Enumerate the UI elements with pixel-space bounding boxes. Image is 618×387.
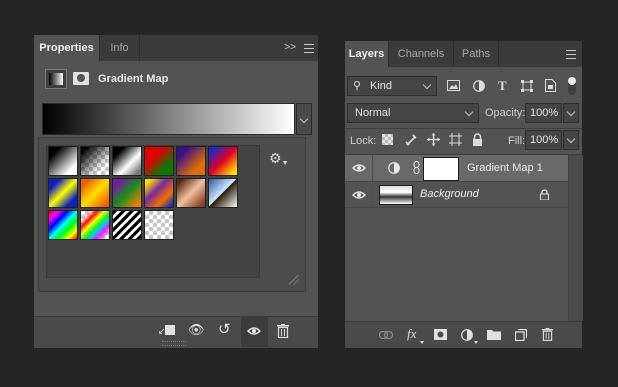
opacity-label: Opacity: [485, 107, 526, 119]
layers-tab-bar: Layers Channels Paths [345, 41, 582, 67]
panel-menu-icon[interactable] [566, 50, 576, 59]
lock-all-icon[interactable] [472, 133, 483, 146]
gradient-swatch-violet-orange[interactable] [176, 146, 206, 176]
tab-paths[interactable]: Paths [454, 41, 499, 67]
layer-mask-thumbnail[interactable] [423, 157, 459, 181]
gradient-swatch-yellow-violet-orange-blue[interactable] [144, 178, 174, 208]
filter-toggle-switch[interactable] [568, 77, 576, 95]
tab-layers[interactable]: Layers [345, 41, 389, 67]
adjustment-layer-icon [388, 162, 400, 174]
filter-kind-label: Kind [370, 80, 393, 92]
lock-image-pixels-icon[interactable] [405, 134, 417, 146]
tab-info[interactable]: Info [100, 35, 140, 61]
gradient-swatch-black-white-2[interactable] [112, 146, 142, 176]
trash-icon[interactable] [542, 328, 553, 341]
gradient-swatch-violet-green-orange[interactable] [112, 178, 142, 208]
filter-adjustment-icon[interactable] [473, 80, 485, 92]
search-icon: ⚲ [353, 80, 362, 92]
folder-icon[interactable] [487, 329, 501, 340]
opacity-value: 100% [530, 107, 559, 119]
layer-name: Gradient Map 1 [467, 162, 543, 174]
layers-scrollbar[interactable] [568, 155, 583, 321]
layer-row[interactable]: Background [345, 182, 568, 208]
resize-grip-icon[interactable] [289, 275, 299, 285]
new-adjustment-layer-icon[interactable] [461, 329, 473, 341]
gradient-preview-bar[interactable] [42, 103, 295, 135]
fill-dropdown-button[interactable] [563, 130, 579, 150]
chevron-down-icon [299, 114, 309, 124]
layer-row[interactable]: Gradient Map 1 [345, 155, 568, 182]
lock-label: Lock: [350, 135, 377, 147]
add-mask-icon[interactable] [434, 329, 447, 340]
gradient-dropdown-button[interactable] [296, 103, 312, 135]
expand-panel-button[interactable]: >> [284, 42, 296, 53]
lock-position-icon[interactable] [427, 133, 440, 146]
filter-shape-icon[interactable] [521, 80, 533, 92]
filter-type-icon[interactable]: T [498, 78, 507, 94]
gradient-swatch-orange-yellow-orange[interactable] [80, 178, 110, 208]
chevron-down-icon [464, 107, 474, 117]
fill-label: Fill: [508, 135, 526, 147]
chevron-down-icon [566, 107, 576, 117]
gradient-swatch-transparent-stripes[interactable] [112, 210, 142, 240]
gradient-swatch-chrome[interactable] [208, 178, 238, 208]
eye-icon [247, 327, 261, 335]
gradient-swatch-spectrum[interactable] [48, 210, 78, 240]
gradient-swatch-copper[interactable] [176, 178, 206, 208]
fill-value: 100% [530, 134, 559, 146]
gradient-swatch-blue-red-yellow[interactable] [208, 146, 238, 176]
adjustment-layer-icon[interactable] [45, 69, 67, 89]
reset-icon[interactable]: ↺ [218, 320, 231, 338]
visibility-toggle-button[interactable] [241, 316, 268, 347]
gradient-swatch-black-transparent[interactable] [80, 146, 110, 176]
chevron-down-icon [566, 134, 576, 144]
lock-transparent-pixels-icon[interactable] [382, 134, 393, 145]
opacity-dropdown-button[interactable] [563, 103, 579, 123]
gradient-swatch-transparent-rainbow[interactable] [80, 210, 110, 240]
filter-smart-object-icon[interactable] [545, 79, 556, 92]
layer-mask-icon[interactable] [71, 69, 91, 89]
gear-icon[interactable]: ⚙▼ [269, 150, 289, 167]
opacity-input[interactable]: 100% [525, 103, 562, 123]
properties-tab-bar: Properties Info >> [34, 35, 318, 61]
trash-icon[interactable] [277, 324, 289, 338]
gradient-swatch-blue-yellow-blue[interactable] [48, 178, 78, 208]
clip-to-layer-icon[interactable]: ↙ [158, 323, 176, 337]
view-previous-state-icon[interactable]: 👁 [188, 322, 205, 338]
chevron-down-icon [422, 80, 432, 90]
new-layer-icon[interactable] [515, 329, 527, 341]
tab-channels[interactable]: Channels [389, 41, 454, 67]
layer-thumbnail[interactable] [379, 185, 413, 205]
properties-title: Gradient Map [98, 73, 169, 85]
panel-menu-icon[interactable] [304, 44, 314, 53]
lock-artboard-icon[interactable] [449, 133, 462, 146]
chain-link-icon[interactable] [413, 161, 420, 174]
filter-pixel-icon[interactable] [447, 80, 460, 91]
gradient-swatch-black-white[interactable] [48, 146, 78, 176]
blend-mode-select[interactable]: Normal [347, 103, 479, 123]
link-icon[interactable] [379, 331, 393, 339]
properties-panel: Properties Info >> Gradient Map ⚙▼ ↙ 👁 ↺ [34, 35, 318, 348]
layer-name: Background [420, 188, 479, 200]
panel-resize-handle[interactable] [162, 341, 186, 346]
eye-icon[interactable] [352, 163, 366, 173]
lock-icon [540, 189, 549, 200]
layers-panel: Layers Channels Paths ⚲ Kind T Normal Op… [345, 41, 583, 348]
fill-input[interactable]: 100% [525, 130, 562, 150]
layer-filter-select[interactable]: ⚲ Kind [347, 76, 437, 96]
fx-icon[interactable]: fx [407, 326, 416, 342]
eye-icon[interactable] [352, 190, 366, 200]
gradient-swatch-red-green[interactable] [144, 146, 174, 176]
tab-properties[interactable]: Properties [34, 35, 100, 61]
gradient-swatch-checker[interactable] [144, 210, 174, 240]
blend-mode-value: Normal [355, 107, 391, 119]
